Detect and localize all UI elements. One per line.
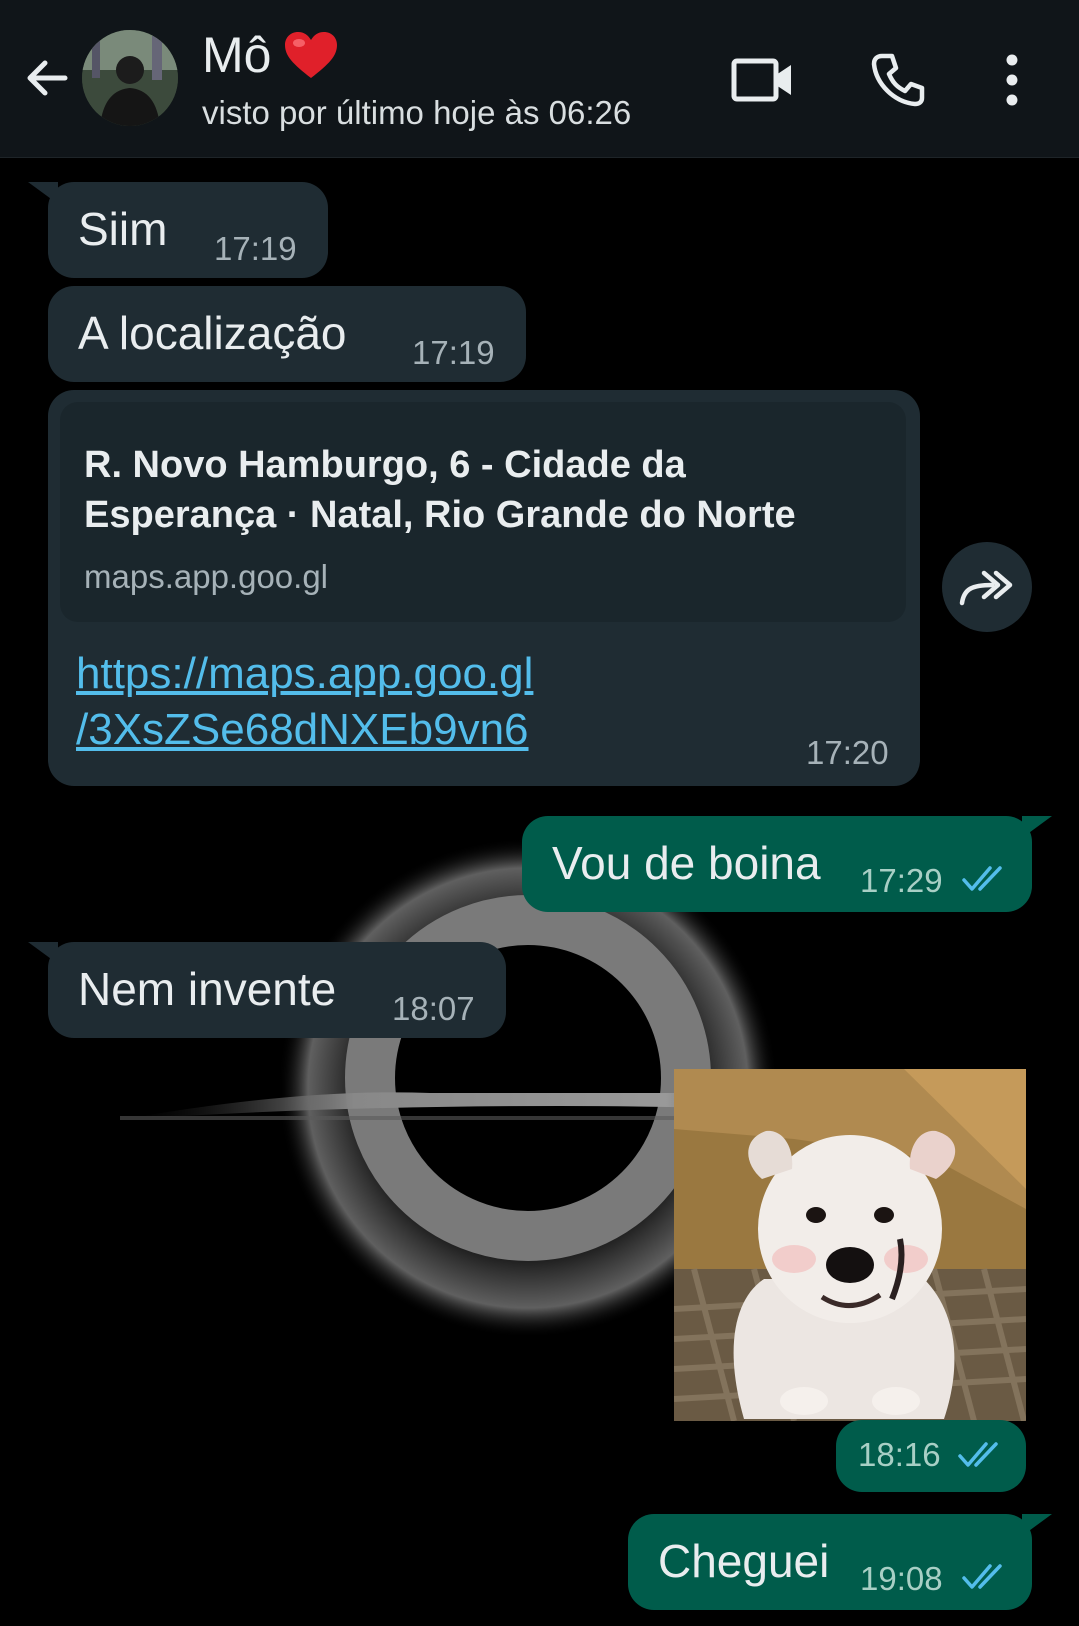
- link-preview-domain: maps.app.goo.gl: [84, 558, 329, 595]
- last-seen-status: visto por último hoje às 06:26: [202, 94, 632, 131]
- message-time: 18:07: [392, 990, 475, 1027]
- read-receipt-icon: [958, 1442, 998, 1467]
- outgoing-media-timestamp: 18:16: [836, 1420, 1026, 1492]
- forward-button[interactable]: [942, 542, 1032, 632]
- read-receipt-icon: [962, 866, 1002, 891]
- incoming-message[interactable]: Siim 17:19: [28, 182, 328, 278]
- bubble-tail: [28, 182, 58, 204]
- video-camera-icon: [731, 58, 791, 102]
- puppy-image: [674, 1069, 1026, 1421]
- message-link[interactable]: https://maps.app.goo.gl /3XsZSe68dNXEb9v…: [76, 646, 533, 758]
- bubble-tail: [1022, 816, 1052, 838]
- more-options-button[interactable]: [982, 44, 1042, 116]
- phone-icon: [871, 53, 925, 107]
- avatar-photo: [82, 30, 178, 126]
- message-text: Nem invente: [78, 963, 337, 1015]
- bubble-tail: [28, 942, 58, 964]
- contact-avatar[interactable]: [82, 30, 178, 126]
- message-text: A localização: [78, 307, 347, 359]
- outgoing-message[interactable]: Cheguei 19:08: [628, 1514, 1052, 1610]
- message-time: 17:19: [214, 230, 297, 267]
- message-time: 18:16: [858, 1436, 941, 1473]
- message-time: 17:19: [412, 334, 495, 371]
- forward-icon: [959, 570, 1013, 606]
- link-url-line2: /3XsZSe68dNXEb9vn6: [76, 705, 529, 754]
- link-preview-card[interactable]: R. Novo Hamburgo, 6 - Cidade da Esperanç…: [60, 402, 906, 622]
- incoming-message[interactable]: A localização 17:19: [48, 286, 526, 382]
- chat-screen: Mô visto por último hoje às 06:26 Siim 1…: [0, 0, 1079, 1626]
- incoming-message[interactable]: Nem invente 18:07: [28, 942, 506, 1038]
- bubble-tail: [1022, 1514, 1052, 1536]
- message-text: Cheguei: [658, 1535, 830, 1587]
- voice-call-button[interactable]: [862, 44, 934, 116]
- video-call-button[interactable]: [727, 44, 799, 116]
- message-text: Vou de boina: [552, 837, 821, 889]
- back-button[interactable]: [18, 48, 76, 108]
- chat-header: Mô visto por último hoje às 06:26: [0, 0, 1079, 158]
- message-time: 17:20: [806, 734, 889, 771]
- incoming-link-message[interactable]: R. Novo Hamburgo, 6 - Cidade da Esperanç…: [48, 390, 920, 786]
- link-url-line1: https://maps.app.goo.gl: [76, 649, 534, 698]
- more-vertical-icon: [1006, 54, 1018, 106]
- read-receipt-icon: [962, 1564, 1002, 1589]
- red-heart-emoji-icon: [285, 32, 338, 78]
- contact-name-text: Mô: [202, 27, 272, 83]
- message-time: 17:29: [860, 862, 943, 899]
- outgoing-message[interactable]: Vou de boina 17:29: [522, 816, 1052, 912]
- message-time: 19:08: [860, 1560, 943, 1597]
- message-text: Siim: [78, 203, 168, 255]
- link-preview-title: R. Novo Hamburgo, 6 - Cidade da Esperanç…: [84, 444, 796, 536]
- arrow-left-icon: [27, 60, 68, 96]
- contact-name[interactable]: Mô: [202, 26, 339, 84]
- sticker-image-puppy[interactable]: [674, 1069, 1026, 1421]
